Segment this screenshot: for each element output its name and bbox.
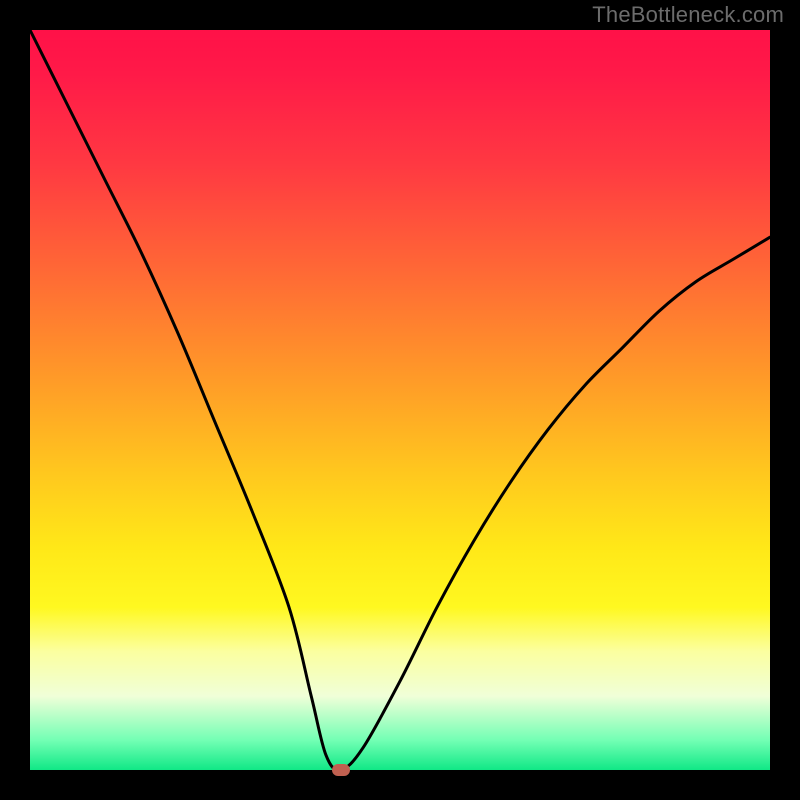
optimal-marker bbox=[332, 764, 350, 776]
watermark-text: TheBottleneck.com bbox=[592, 2, 784, 28]
plot-area bbox=[30, 30, 770, 770]
chart-frame: TheBottleneck.com bbox=[0, 0, 800, 800]
bottleneck-curve bbox=[30, 30, 770, 770]
